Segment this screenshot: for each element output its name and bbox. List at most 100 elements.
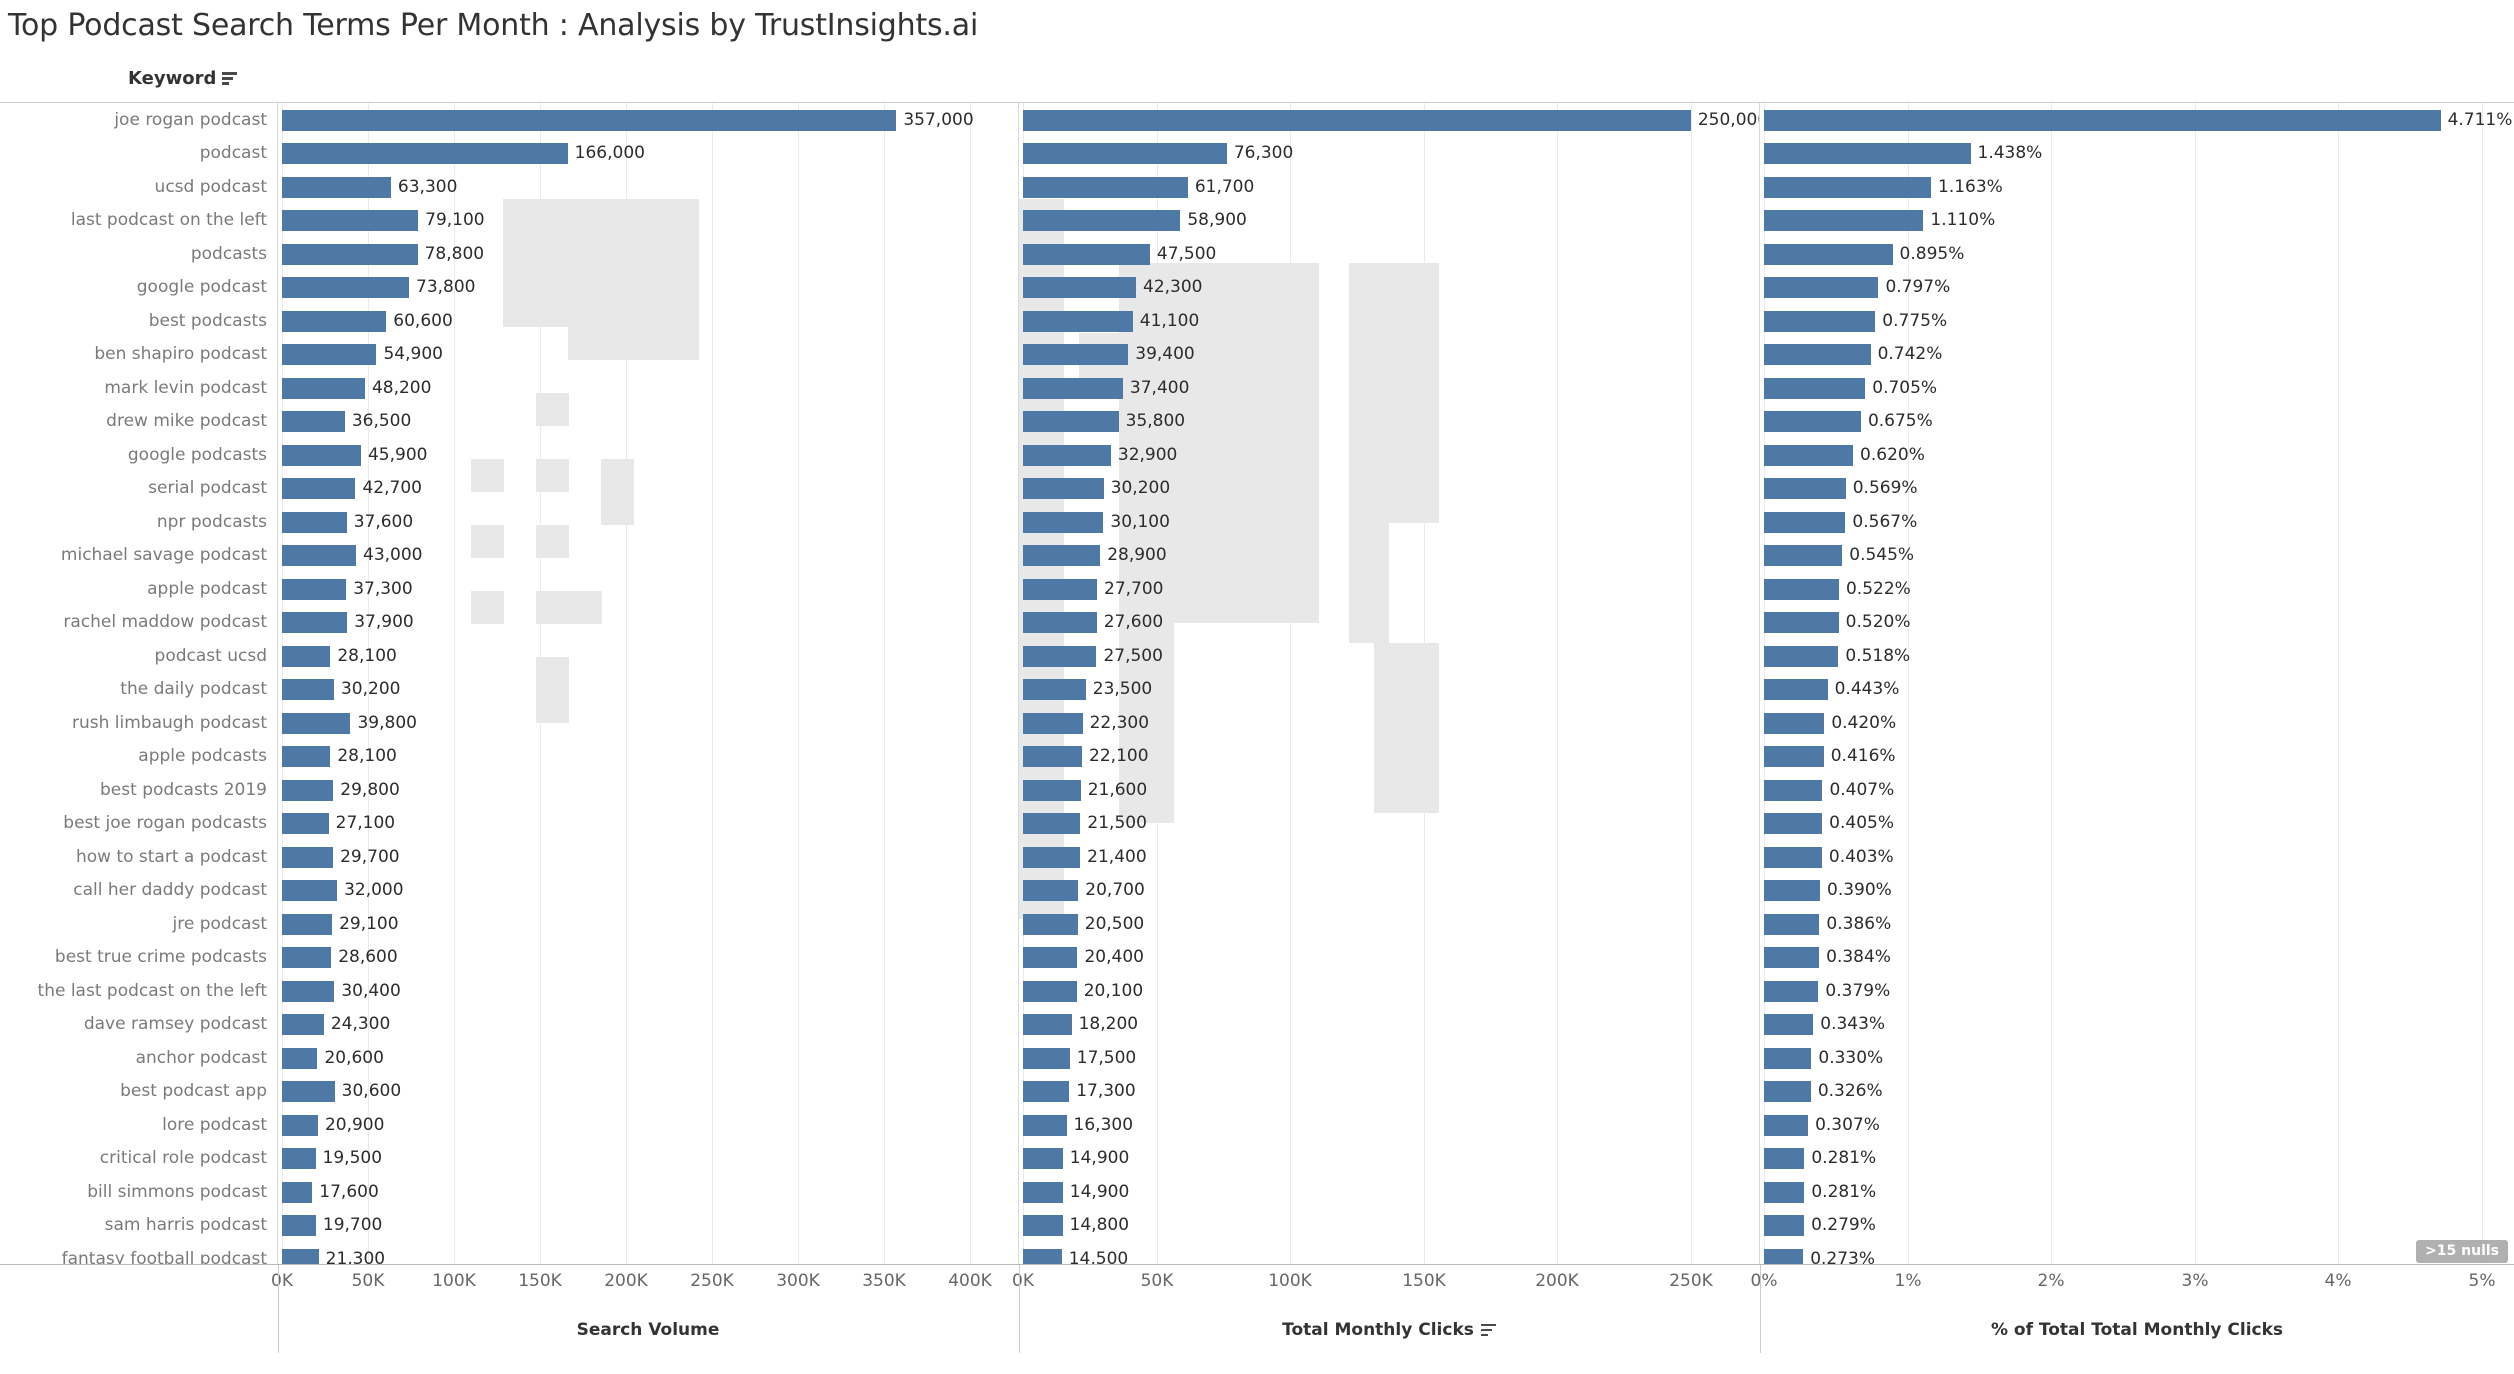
- bar[interactable]: [1764, 1148, 1805, 1169]
- bar[interactable]: [1764, 478, 1846, 499]
- bar[interactable]: [1764, 880, 1820, 901]
- bar[interactable]: [1764, 210, 1924, 231]
- bar[interactable]: [282, 478, 356, 499]
- bar[interactable]: [1023, 1114, 1067, 1136]
- keyword-label[interactable]: best podcast app: [120, 1075, 267, 1109]
- bar[interactable]: [282, 310, 387, 332]
- bar[interactable]: [282, 813, 329, 834]
- bar[interactable]: [1764, 444, 1854, 466]
- bar[interactable]: [1023, 478, 1104, 499]
- bar[interactable]: [1023, 411, 1119, 432]
- keyword-label[interactable]: sam harris podcast: [105, 1209, 267, 1243]
- bar[interactable]: [1764, 1114, 1809, 1136]
- bar[interactable]: [282, 1114, 318, 1136]
- bar[interactable]: [1764, 109, 2441, 131]
- bar[interactable]: [1023, 444, 1111, 466]
- bar[interactable]: [1764, 712, 1825, 734]
- bar[interactable]: [1764, 277, 1879, 298]
- keyword-label[interactable]: fantasy football podcast: [62, 1242, 267, 1264]
- keyword-label[interactable]: google podcast: [137, 271, 267, 305]
- keyword-label[interactable]: npr podcasts: [157, 505, 267, 539]
- keyword-label[interactable]: rush limbaugh podcast: [72, 706, 267, 740]
- bar[interactable]: [1023, 779, 1081, 801]
- bar[interactable]: [282, 1014, 324, 1035]
- keyword-label[interactable]: apple podcast: [147, 572, 267, 606]
- keyword-label[interactable]: michael savage podcast: [61, 539, 267, 573]
- bar[interactable]: [282, 712, 351, 734]
- bar[interactable]: [1023, 712, 1083, 734]
- bar[interactable]: [1764, 511, 1846, 533]
- sort-icon[interactable]: [222, 72, 238, 85]
- bar[interactable]: [1764, 1215, 1805, 1236]
- bar[interactable]: [282, 612, 348, 633]
- bar[interactable]: [282, 210, 419, 231]
- bar[interactable]: [282, 377, 365, 399]
- bar[interactable]: [1764, 310, 1876, 332]
- bar[interactable]: [282, 444, 361, 466]
- keyword-label[interactable]: serial podcast: [148, 472, 267, 506]
- bar[interactable]: [1023, 679, 1086, 700]
- bar[interactable]: [1764, 947, 1820, 968]
- bar[interactable]: [1023, 846, 1081, 868]
- bar[interactable]: [1023, 176, 1188, 198]
- bar[interactable]: [1764, 243, 1893, 265]
- keyword-label[interactable]: podcast: [200, 137, 267, 171]
- bar[interactable]: [1764, 578, 1839, 600]
- bar[interactable]: [282, 277, 409, 298]
- keyword-label[interactable]: how to start a podcast: [76, 840, 267, 874]
- bar[interactable]: [1764, 411, 1861, 432]
- bar[interactable]: [1764, 143, 1971, 164]
- keyword-label[interactable]: mark levin podcast: [104, 371, 267, 405]
- bar[interactable]: [282, 645, 331, 667]
- bar[interactable]: [282, 176, 391, 198]
- bar[interactable]: [282, 880, 338, 901]
- bar[interactable]: [282, 578, 347, 600]
- bar[interactable]: [1764, 1181, 1805, 1203]
- bar[interactable]: [1764, 1014, 1814, 1035]
- bar[interactable]: [1023, 1081, 1070, 1102]
- bar[interactable]: [282, 1148, 316, 1169]
- bar[interactable]: [1023, 1181, 1063, 1203]
- bar[interactable]: [1764, 1081, 1811, 1102]
- bar[interactable]: [1764, 612, 1839, 633]
- keyword-label[interactable]: dave ramsey podcast: [84, 1008, 267, 1042]
- keyword-label[interactable]: call her daddy podcast: [73, 874, 267, 908]
- bar[interactable]: [1764, 679, 1828, 700]
- bar[interactable]: [282, 846, 334, 868]
- bar[interactable]: [1023, 310, 1133, 332]
- bar[interactable]: [1023, 947, 1078, 968]
- bar[interactable]: [1023, 210, 1181, 231]
- bar[interactable]: [282, 109, 897, 131]
- keyword-label[interactable]: anchor podcast: [136, 1041, 267, 1075]
- keyword-label[interactable]: rachel maddow podcast: [63, 606, 267, 640]
- bar[interactable]: [1764, 913, 1820, 935]
- bar[interactable]: [282, 779, 334, 801]
- bar[interactable]: [1764, 377, 1866, 399]
- keyword-label[interactable]: best podcasts 2019: [100, 773, 267, 807]
- bar[interactable]: [1023, 1047, 1070, 1069]
- bar[interactable]: [1023, 545, 1101, 566]
- bar[interactable]: [1023, 511, 1104, 533]
- bar[interactable]: [282, 411, 345, 432]
- keyword-label[interactable]: critical role podcast: [100, 1142, 267, 1176]
- bar[interactable]: [282, 1047, 318, 1069]
- bar[interactable]: [1764, 176, 1932, 198]
- bar[interactable]: [1023, 913, 1078, 935]
- bar[interactable]: [1764, 813, 1823, 834]
- bar[interactable]: [1764, 846, 1822, 868]
- bar[interactable]: [1023, 578, 1097, 600]
- bar[interactable]: [1023, 612, 1097, 633]
- keyword-label[interactable]: best true crime podcasts: [55, 941, 267, 975]
- bar[interactable]: [1023, 143, 1227, 164]
- bar[interactable]: [282, 947, 332, 968]
- bar[interactable]: [282, 913, 333, 935]
- bar[interactable]: [1764, 1248, 1804, 1264]
- bar[interactable]: [1764, 545, 1843, 566]
- keyword-label[interactable]: jre podcast: [173, 907, 267, 941]
- keyword-label[interactable]: best joe rogan podcasts: [63, 807, 267, 841]
- keyword-label[interactable]: podcast ucsd: [155, 639, 267, 673]
- keyword-label[interactable]: google podcasts: [128, 438, 267, 472]
- bar[interactable]: [1023, 1215, 1063, 1236]
- bar[interactable]: [1023, 746, 1083, 767]
- bar[interactable]: [282, 545, 356, 566]
